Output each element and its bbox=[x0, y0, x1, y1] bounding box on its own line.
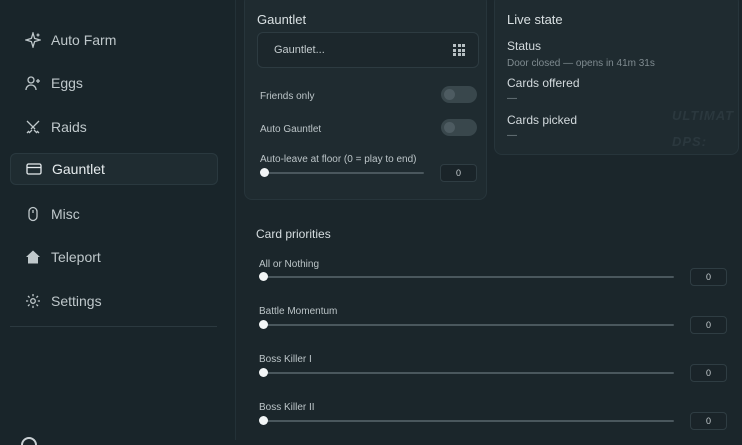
status-value: Door closed — opens in 41m 31s bbox=[507, 58, 655, 69]
priority-slider-track[interactable] bbox=[264, 420, 674, 422]
priority-value[interactable]: 0 bbox=[690, 412, 727, 430]
sidebar-divider bbox=[10, 326, 217, 327]
auto-leave-label: Auto-leave at floor (0 = play to end) bbox=[260, 154, 417, 165]
card-priorities-title: Card priorities bbox=[256, 227, 331, 241]
priority-slider-knob[interactable] bbox=[259, 272, 268, 281]
priority-label: All or Nothing bbox=[259, 259, 320, 270]
auto-leave-slider-knob[interactable] bbox=[260, 168, 269, 177]
sidebar-item-teleport[interactable]: Teleport bbox=[10, 241, 218, 273]
gauntlet-card: Gauntlet Gauntlet... Friends only Auto G… bbox=[244, 0, 487, 200]
sparkle-icon bbox=[24, 31, 42, 49]
overlay-text-line2: DPS: bbox=[672, 134, 708, 149]
crossed-swords-icon bbox=[24, 118, 42, 136]
sidebar-item-raids[interactable]: Raids bbox=[10, 111, 218, 143]
priority-slider-track[interactable] bbox=[264, 372, 674, 374]
overlay-text-line1: ULTIMAT bbox=[672, 108, 735, 123]
cards-offered-label: Cards offered bbox=[507, 76, 580, 90]
sidebar-item-label: Teleport bbox=[51, 249, 101, 265]
sidebar-item-misc[interactable]: Misc bbox=[10, 198, 218, 230]
priority-label: Battle Momentum bbox=[259, 306, 338, 317]
cards-picked-label: Cards picked bbox=[507, 113, 578, 127]
sidebar-item-label: Misc bbox=[51, 206, 80, 222]
sidebar-item-eggs[interactable]: Eggs bbox=[10, 67, 218, 99]
priority-slider-knob[interactable] bbox=[259, 320, 268, 329]
profile-avatar[interactable] bbox=[21, 437, 37, 445]
sidebar-item-settings[interactable]: Settings bbox=[10, 285, 218, 317]
priority-slider-track[interactable] bbox=[264, 324, 674, 326]
auto-gauntlet-label: Auto Gauntlet bbox=[260, 124, 322, 135]
sidebar-item-label: Gauntlet bbox=[52, 161, 105, 177]
priority-label: Boss Killer II bbox=[259, 402, 315, 413]
auto-leave-value[interactable]: 0 bbox=[440, 164, 477, 182]
gauntlet-dropdown[interactable]: Gauntlet... bbox=[257, 32, 479, 68]
priority-value[interactable]: 0 bbox=[690, 316, 727, 334]
priority-value[interactable]: 0 bbox=[690, 268, 727, 286]
friends-only-toggle[interactable] bbox=[441, 86, 477, 103]
auto-leave-slider-track[interactable] bbox=[265, 172, 424, 174]
sidebar-item-label: Raids bbox=[51, 119, 87, 135]
sidebar-item-auto-farm[interactable]: Auto Farm bbox=[10, 24, 218, 56]
cards-picked-value: — bbox=[507, 130, 517, 141]
friends-only-label: Friends only bbox=[260, 91, 315, 102]
main-content: Gauntlet Gauntlet... Friends only Auto G… bbox=[236, 0, 742, 440]
sidebar-item-label: Eggs bbox=[51, 75, 83, 91]
mouse-icon bbox=[24, 205, 42, 223]
gear-icon bbox=[24, 292, 42, 310]
dropdown-value: Gauntlet... bbox=[274, 44, 325, 56]
priority-label: Boss Killer I bbox=[259, 354, 312, 365]
auto-gauntlet-toggle[interactable] bbox=[441, 119, 477, 136]
sidebar: Auto Farm Eggs Raids Gauntlet Misc Telep… bbox=[0, 0, 236, 445]
live-state-card: Live state Status Door closed — opens in… bbox=[494, 0, 739, 155]
home-icon bbox=[24, 248, 42, 266]
gauntlet-card-title: Gauntlet bbox=[257, 12, 307, 27]
priority-value[interactable]: 0 bbox=[690, 364, 727, 382]
status-label: Status bbox=[507, 39, 542, 53]
priority-slider-knob[interactable] bbox=[259, 416, 268, 425]
user-plus-icon bbox=[24, 74, 42, 92]
grid-icon bbox=[453, 44, 465, 56]
card-icon bbox=[25, 160, 43, 178]
sidebar-item-label: Auto Farm bbox=[51, 32, 117, 48]
sidebar-item-label: Settings bbox=[51, 293, 102, 309]
priority-slider-track[interactable] bbox=[264, 276, 674, 278]
live-state-title: Live state bbox=[507, 12, 563, 27]
priority-slider-knob[interactable] bbox=[259, 368, 268, 377]
sidebar-item-gauntlet[interactable]: Gauntlet bbox=[10, 153, 218, 185]
cards-offered-value: — bbox=[507, 93, 517, 104]
